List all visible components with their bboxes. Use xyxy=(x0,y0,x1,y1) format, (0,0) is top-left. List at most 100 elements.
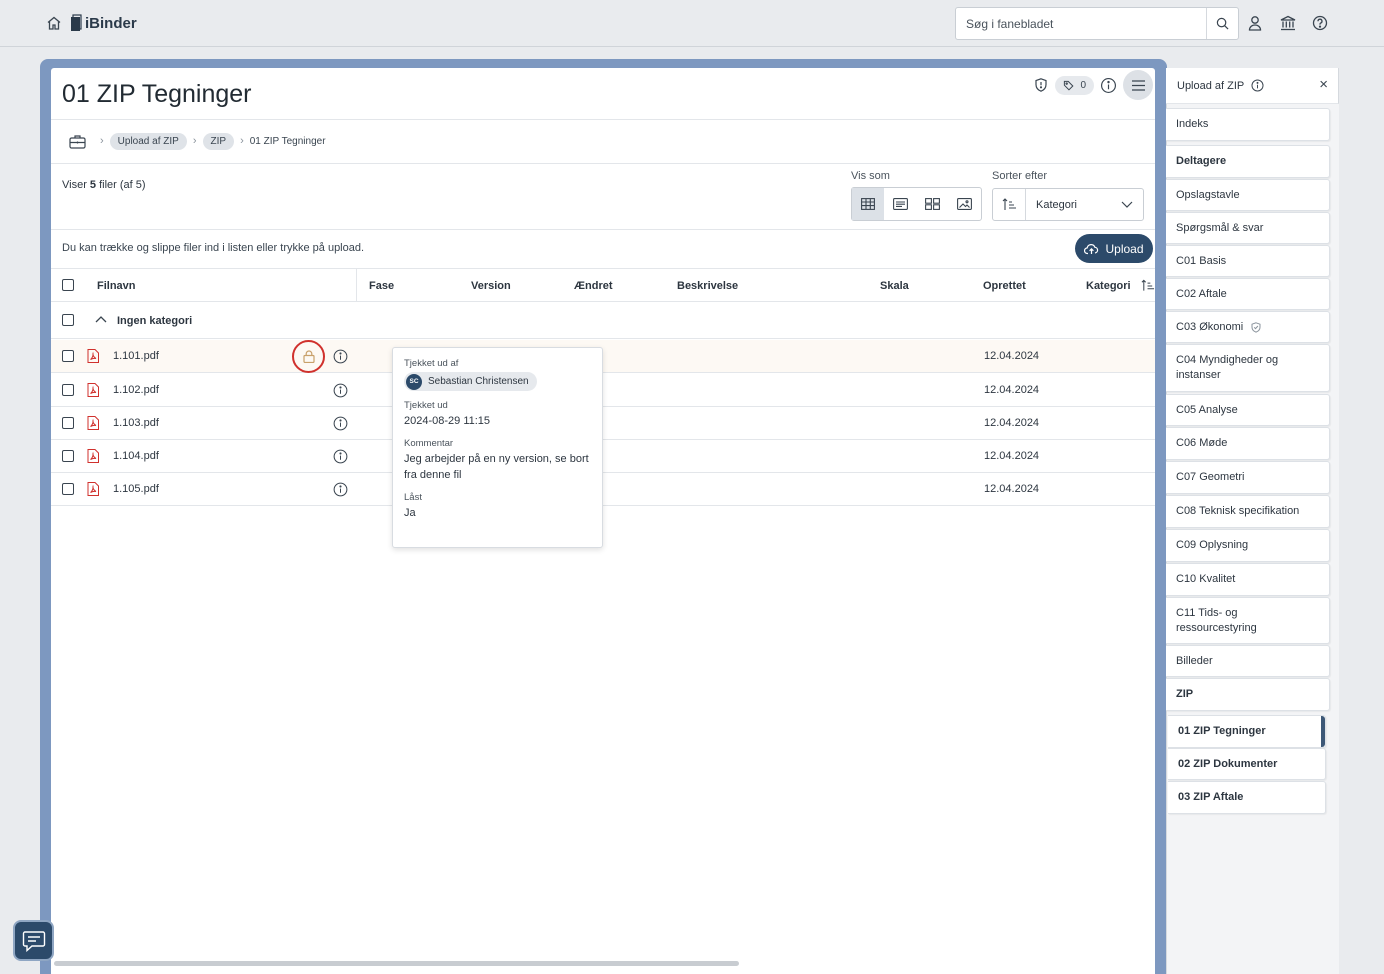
created-date: 12.04.2024 xyxy=(984,350,1040,362)
column-version[interactable]: Version xyxy=(471,280,511,292)
view-grid-button[interactable] xyxy=(917,188,949,220)
info-icon[interactable] xyxy=(333,383,348,398)
row-checkbox[interactable] xyxy=(62,350,74,362)
bank-icon[interactable] xyxy=(1279,14,1297,32)
shield-icon[interactable] xyxy=(1033,77,1049,93)
column-scale[interactable]: Skala xyxy=(880,280,909,292)
column-category[interactable]: Kategori xyxy=(1086,280,1131,292)
file-name-link[interactable]: 1.101.pdf xyxy=(113,350,159,362)
row-checkbox[interactable] xyxy=(62,384,74,396)
row-checkbox[interactable] xyxy=(62,417,74,429)
info-icon[interactable] xyxy=(1100,77,1117,94)
sidebar-item-billeder[interactable]: Billeder xyxy=(1166,645,1330,677)
sort-select-value: Kategori xyxy=(1036,198,1077,211)
sidebar-item-c05[interactable]: C05 Analyse xyxy=(1166,394,1330,426)
sidebar-item-qa[interactable]: Spørgsmål & svar xyxy=(1166,212,1330,244)
chevron-down-icon xyxy=(1121,201,1133,208)
sidebar-item-01-zip-tegninger[interactable]: 01 ZIP Tegninger xyxy=(1168,715,1326,748)
sidebar-item-c02[interactable]: C02 Aftale xyxy=(1166,278,1330,310)
avatar: SC xyxy=(406,373,422,390)
column-description[interactable]: Beskrivelse xyxy=(677,280,738,292)
column-changed[interactable]: Ændret xyxy=(574,280,613,292)
sidebar-item-opslagstavle[interactable]: Opslagstavle xyxy=(1166,179,1330,211)
user-icon[interactable] xyxy=(1246,14,1264,32)
table-row[interactable]: 1.103.pdf 12.04.2024 xyxy=(51,407,1155,440)
sidebar-item-c03[interactable]: C03 Økonomi xyxy=(1166,311,1330,343)
top-bar: iBinder xyxy=(0,0,1384,47)
sidebar-item-zip[interactable]: ZIP xyxy=(1166,678,1330,711)
file-name-link[interactable]: 1.103.pdf xyxy=(113,417,159,429)
cloud-upload-icon xyxy=(1084,243,1099,254)
checkout-popover: Tjekket ud af SC Sebastian Christensen T… xyxy=(392,347,603,548)
lock-highlight[interactable] xyxy=(292,340,325,373)
upload-button[interactable]: Upload xyxy=(1075,234,1153,263)
sort-direction-button[interactable] xyxy=(993,189,1026,220)
info-icon[interactable] xyxy=(333,416,348,431)
ibinder-logo[interactable]: iBinder xyxy=(70,13,137,33)
table-row[interactable]: 1.104.pdf 12.04.2024 xyxy=(51,440,1155,473)
table-header: Filnavn Fase Version Ændret Beskrivelse … xyxy=(51,269,1155,302)
comment-label: Kommentar xyxy=(404,438,454,449)
sidebar-item-02-zip-dokumenter[interactable]: 02 ZIP Dokumenter xyxy=(1168,748,1326,780)
sidebar-item-c06[interactable]: C06 Møde xyxy=(1166,427,1330,460)
close-icon[interactable]: × xyxy=(1319,77,1328,92)
sidebar-item-c04[interactable]: C04 Myndigheder og instanser xyxy=(1166,344,1330,392)
sort-label: Sorter efter xyxy=(992,170,1048,182)
file-name-link[interactable]: 1.102.pdf xyxy=(113,384,159,396)
select-all-checkbox[interactable] xyxy=(62,279,74,291)
sort-ascending-icon[interactable] xyxy=(1141,279,1155,292)
sidebar-item-c09[interactable]: C09 Oplysning xyxy=(1166,529,1330,562)
sidebar-item-03-zip-aftale[interactable]: 03 ZIP Aftale xyxy=(1168,781,1326,814)
view-list-button[interactable] xyxy=(884,188,916,220)
menu-button[interactable] xyxy=(1123,70,1153,100)
table-row[interactable]: 1.101.pdf 12.04.2024 xyxy=(51,340,1155,373)
file-name-link[interactable]: 1.104.pdf xyxy=(113,450,159,462)
row-checkbox[interactable] xyxy=(62,483,74,495)
sidebar-item-c07[interactable]: C07 Geometri xyxy=(1166,461,1330,494)
help-icon[interactable] xyxy=(1311,14,1329,32)
sidebar-item-c08[interactable]: C08 Teknisk specifikation xyxy=(1166,495,1330,528)
created-date: 12.04.2024 xyxy=(984,384,1040,396)
breadcrumb-item-upload[interactable]: Upload af ZIP xyxy=(109,132,187,150)
divider xyxy=(51,229,1155,230)
file-name-link[interactable]: 1.105.pdf xyxy=(113,483,159,495)
group-row[interactable]: Ingen kategori xyxy=(51,303,1155,339)
upload-label: Upload xyxy=(1105,241,1144,256)
search-box xyxy=(955,7,1239,40)
sidebar-item-deltagere[interactable]: Deltagere xyxy=(1166,145,1330,178)
breadcrumb-item-zip[interactable]: ZIP xyxy=(202,132,235,150)
column-divider[interactable] xyxy=(356,269,357,302)
briefcase-icon[interactable] xyxy=(69,134,86,149)
table-row[interactable]: 1.102.pdf 12.04.2024 xyxy=(51,374,1155,407)
info-icon[interactable] xyxy=(333,349,348,364)
sidebar-item-c11[interactable]: C11 Tids- og ressourcestyring xyxy=(1166,597,1330,644)
horizontal-scrollbar[interactable] xyxy=(54,961,739,966)
column-phase[interactable]: Fase xyxy=(369,280,394,292)
info-icon[interactable] xyxy=(333,482,348,497)
search-input[interactable] xyxy=(956,8,1206,39)
view-table-button[interactable] xyxy=(852,188,885,220)
chevron-up-icon[interactable] xyxy=(95,316,107,323)
grid-view-icon xyxy=(925,198,941,210)
search-button[interactable] xyxy=(1206,8,1238,39)
info-icon[interactable] xyxy=(1251,79,1264,92)
row-checkbox[interactable] xyxy=(62,450,74,462)
group-checkbox[interactable] xyxy=(62,314,74,326)
sidebar-item-c10[interactable]: C10 Kvalitet xyxy=(1166,563,1330,596)
list-view-icon xyxy=(892,198,908,210)
sidebar-item-c01[interactable]: C01 Basis xyxy=(1166,245,1330,277)
info-icon[interactable] xyxy=(333,449,348,464)
chat-button[interactable] xyxy=(13,920,54,961)
sidebar-item-indeks[interactable]: Indeks xyxy=(1166,108,1330,141)
tag-count-badge[interactable]: 0 xyxy=(1055,75,1094,95)
view-gallery-button[interactable] xyxy=(949,188,981,220)
home-icon[interactable] xyxy=(46,15,62,31)
column-created[interactable]: Oprettet xyxy=(983,280,1026,292)
drop-hint: Du kan trække og slippe filer ind i list… xyxy=(62,242,365,254)
column-filename[interactable]: Filnavn xyxy=(97,280,136,292)
breadcrumb: › Upload af ZIP › ZIP › 01 ZIP Tegninger xyxy=(69,132,326,150)
table-row[interactable]: 1.105.pdf 12.04.2024 xyxy=(51,473,1155,506)
locked-value: Ja xyxy=(404,507,416,519)
sort-select[interactable]: Kategori xyxy=(1026,189,1143,220)
pdf-file-icon xyxy=(87,349,99,363)
